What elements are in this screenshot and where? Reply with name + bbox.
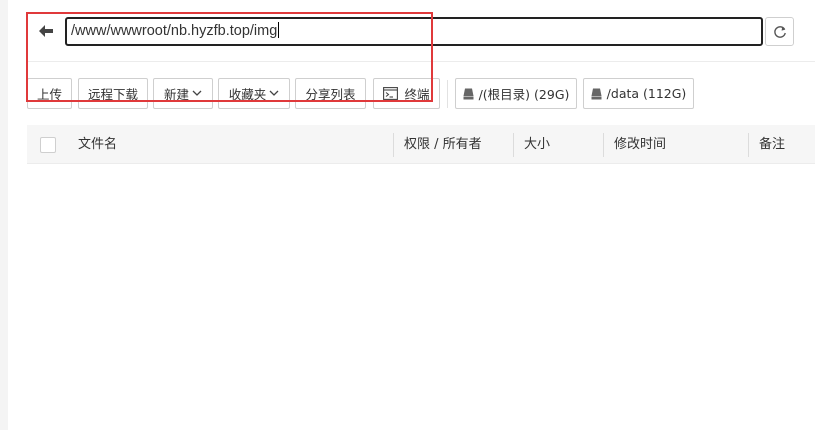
column-divider [748,133,749,157]
chevron-down-icon [269,90,279,97]
column-divider [393,133,394,157]
terminal-label: 终端 [404,87,430,102]
back-button[interactable] [30,17,62,45]
column-divider [603,133,604,157]
column-header-size[interactable]: 大小 [524,125,550,164]
new-dropdown-button[interactable]: 新建 [153,78,213,109]
disk-data-label: /data (112G) [606,86,687,101]
arrow-left-icon [39,25,53,37]
column-header-permissions[interactable]: 权限 / 所有者 [404,125,482,164]
divider [27,61,815,62]
path-text: /www/wwwroot/nb.hyzfb.top/img [71,23,278,39]
upload-button[interactable]: 上传 [27,78,72,109]
column-header-notes[interactable]: 备注 [759,125,785,164]
disk-icon [463,88,474,100]
terminal-button[interactable]: 终端 [373,78,440,109]
disk-root-button[interactable]: /(根目录) (29G) [455,78,577,109]
terminal-icon [383,87,399,100]
refresh-icon [773,25,786,38]
toolbar-separator [447,80,448,108]
upload-label: 上传 [36,87,62,102]
path-input[interactable]: /www/wwwroot/nb.hyzfb.top/img [65,17,763,46]
new-label: 新建 [163,87,189,102]
share-list-label: 分享列表 [305,87,356,102]
remote-download-label: 远程下载 [87,87,138,102]
select-all-checkbox[interactable] [40,137,56,153]
column-header-filename[interactable]: 文件名 [78,125,117,164]
disk-data-button[interactable]: /data (112G) [583,78,694,109]
favorites-dropdown-button[interactable]: 收藏夹 [218,78,290,109]
file-table-header: 文件名 权限 / 所有者 大小 修改时间 备注 [27,125,815,164]
disk-icon [591,88,602,100]
refresh-button[interactable] [765,17,794,46]
remote-download-button[interactable]: 远程下载 [78,78,148,109]
column-divider [513,133,514,157]
file-manager: /www/wwwroot/nb.hyzfb.top/img 上传 远程下载 新建… [0,0,815,430]
chevron-down-icon [192,90,202,97]
left-gutter [0,0,8,430]
text-caret [278,22,280,38]
share-list-button[interactable]: 分享列表 [295,78,366,109]
favorites-label: 收藏夹 [228,87,267,102]
column-header-modified[interactable]: 修改时间 [614,125,666,164]
disk-root-label: /(根目录) (29G) [478,87,570,102]
